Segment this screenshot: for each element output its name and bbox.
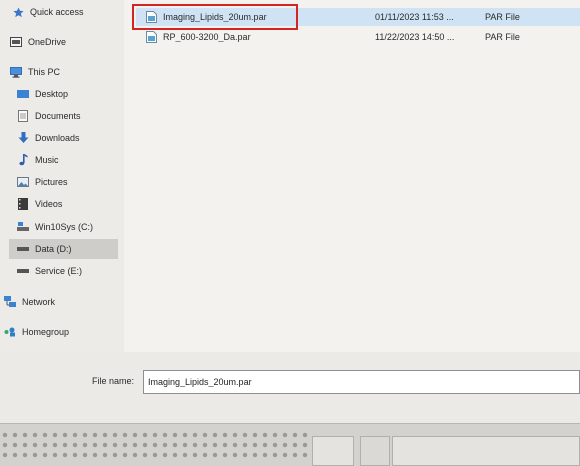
pictures-icon [17,176,29,188]
file-icon [146,11,157,23]
sidebar-item-documents[interactable]: Documents [17,106,81,126]
file-date-modified: 01/11/2023 11:53 ... [375,12,454,22]
sidebar-item-label: Documents [35,111,81,121]
sidebar-item-label: Win10Sys (C:) [35,222,94,232]
sidebar-item-label: Music [35,155,59,165]
sidebar-item-videos[interactable]: Videos [17,194,62,214]
sidebar-item-label: Desktop [35,89,69,99]
sidebar-item-label: Pictures [35,177,68,187]
file-name-label: File name: [92,376,135,386]
desktop-icon [17,88,29,100]
sidebar-item-label: Quick access [30,7,84,17]
file-row[interactable]: RP_600-3200_Da.par 11/22/2023 14:50 ... … [136,28,580,46]
sidebar-item-label: Network [22,297,56,307]
sidebar-item-onedrive[interactable]: OneDrive [10,32,66,52]
device-bezel [0,423,580,466]
sidebar-item-quick-access[interactable]: Quick access [12,2,84,22]
computer-icon [10,66,22,78]
file-row[interactable]: Imaging_Lipids_20um.par 01/11/2023 11:53… [136,8,580,26]
sidebar-item-label: OneDrive [28,37,67,47]
sidebar-item-data-d[interactable]: Data (D:) [9,239,118,259]
sidebar-item-homegroup[interactable]: Homegroup [4,322,69,342]
sidebar-item-label: Videos [35,199,63,209]
network-icon [4,296,16,308]
file-name-input[interactable] [143,370,580,394]
sidebar-item-label: Service (E:) [35,266,83,276]
star-icon [12,6,24,18]
file-list: Imaging_Lipids_20um.par 01/11/2023 11:53… [124,0,580,352]
sidebar-item-network[interactable]: Network [4,292,55,312]
sidebar-item-this-pc[interactable]: This PC [10,62,60,82]
speaker-grille [2,432,310,462]
bezel-panel [312,436,354,466]
drive-c-icon [17,221,29,233]
sidebar-item-downloads[interactable]: Downloads [17,128,80,148]
sidebar-item-pictures[interactable]: Pictures [17,172,68,192]
bezel-panel [360,436,390,466]
navigation-pane: Quick access OneDrive This PC Desktop Do [0,0,124,352]
sidebar-item-label: Data (D:) [35,244,72,254]
sidebar-item-label: This PC [28,67,61,77]
file-type: PAR File [485,32,520,42]
file-icon [146,31,157,43]
file-name: Imaging_Lipids_20um.par [163,12,267,22]
file-type: PAR File [485,12,520,22]
download-arrow-icon [17,132,29,144]
music-note-icon [17,154,29,166]
file-name: RP_600-3200_Da.par [163,32,251,42]
sidebar-item-label: Downloads [35,133,80,143]
file-date-modified: 11/22/2023 14:50 ... [375,32,455,42]
sidebar-item-label: Homegroup [22,327,70,337]
sidebar-item-service-e[interactable]: Service (E:) [17,261,82,281]
onedrive-icon [10,36,22,48]
open-file-dialog: Quick access OneDrive This PC Desktop Do [0,0,580,423]
sidebar-item-desktop[interactable]: Desktop [17,84,68,104]
documents-icon [17,110,29,122]
drive-icon [17,265,29,277]
drive-icon [17,243,29,255]
sidebar-item-music[interactable]: Music [17,150,59,170]
sidebar-item-win10sys-c[interactable]: Win10Sys (C:) [17,217,93,237]
video-icon [17,198,29,210]
homegroup-icon [4,326,16,338]
bezel-panel [392,436,580,466]
